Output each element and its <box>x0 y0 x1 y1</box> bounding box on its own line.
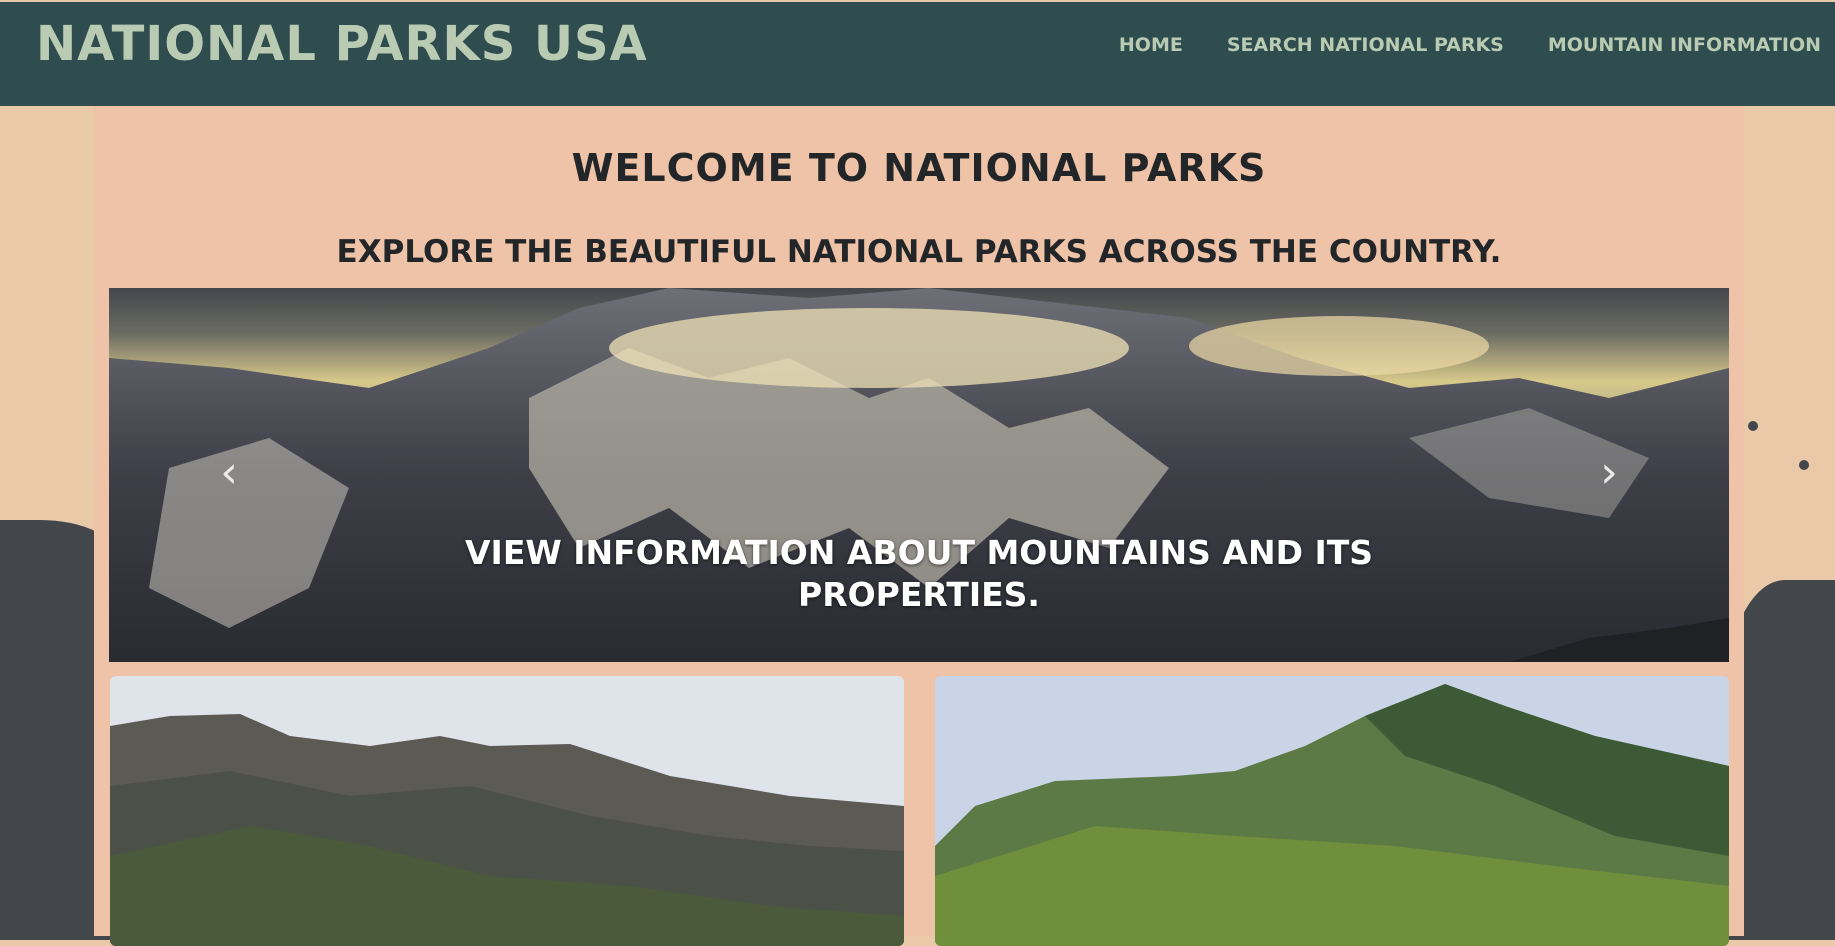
nav-home-link[interactable]: HOME <box>1119 34 1183 56</box>
park-card-image <box>935 676 1729 946</box>
chevron-left-icon: ‹ <box>220 447 238 498</box>
park-card[interactable] <box>110 676 904 946</box>
carousel-prev-button[interactable]: ‹ <box>209 448 249 498</box>
nav-search-parks-link[interactable]: SEARCH NATIONAL PARKS <box>1227 34 1504 56</box>
decor-dot <box>1813 660 1823 670</box>
star-icon: ✦ <box>1812 582 1831 607</box>
park-card-image <box>110 676 904 946</box>
nav-mountain-info-link[interactable]: MOUNTAIN INFORMATION <box>1548 34 1821 56</box>
image-carousel[interactable]: ‹ › VIEW INFORMATION ABOUT MOUNTAINS AND… <box>109 288 1729 662</box>
brand-logo[interactable]: NATIONAL PARKS USA <box>36 16 648 72</box>
navbar: NATIONAL PARKS USA HOME SEARCH NATIONAL … <box>0 2 1835 106</box>
page-subtitle: EXPLORE THE BEAUTIFUL NATIONAL PARKS ACR… <box>336 234 1502 270</box>
decor-dot <box>1799 460 1809 470</box>
carousel-caption: VIEW INFORMATION ABOUT MOUNTAINS AND ITS… <box>465 533 1373 614</box>
main-panel: WELCOME TO NATIONAL PARKS EXPLORE THE BE… <box>94 106 1744 946</box>
park-card[interactable] <box>935 676 1729 946</box>
decor-dot <box>1748 421 1758 431</box>
nav-links: HOME SEARCH NATIONAL PARKS MOUNTAIN INFO… <box>1119 34 1821 56</box>
page-title: WELCOME TO NATIONAL PARKS <box>571 146 1267 190</box>
carousel-next-button[interactable]: › <box>1589 448 1629 498</box>
chevron-right-icon: › <box>1600 447 1618 498</box>
